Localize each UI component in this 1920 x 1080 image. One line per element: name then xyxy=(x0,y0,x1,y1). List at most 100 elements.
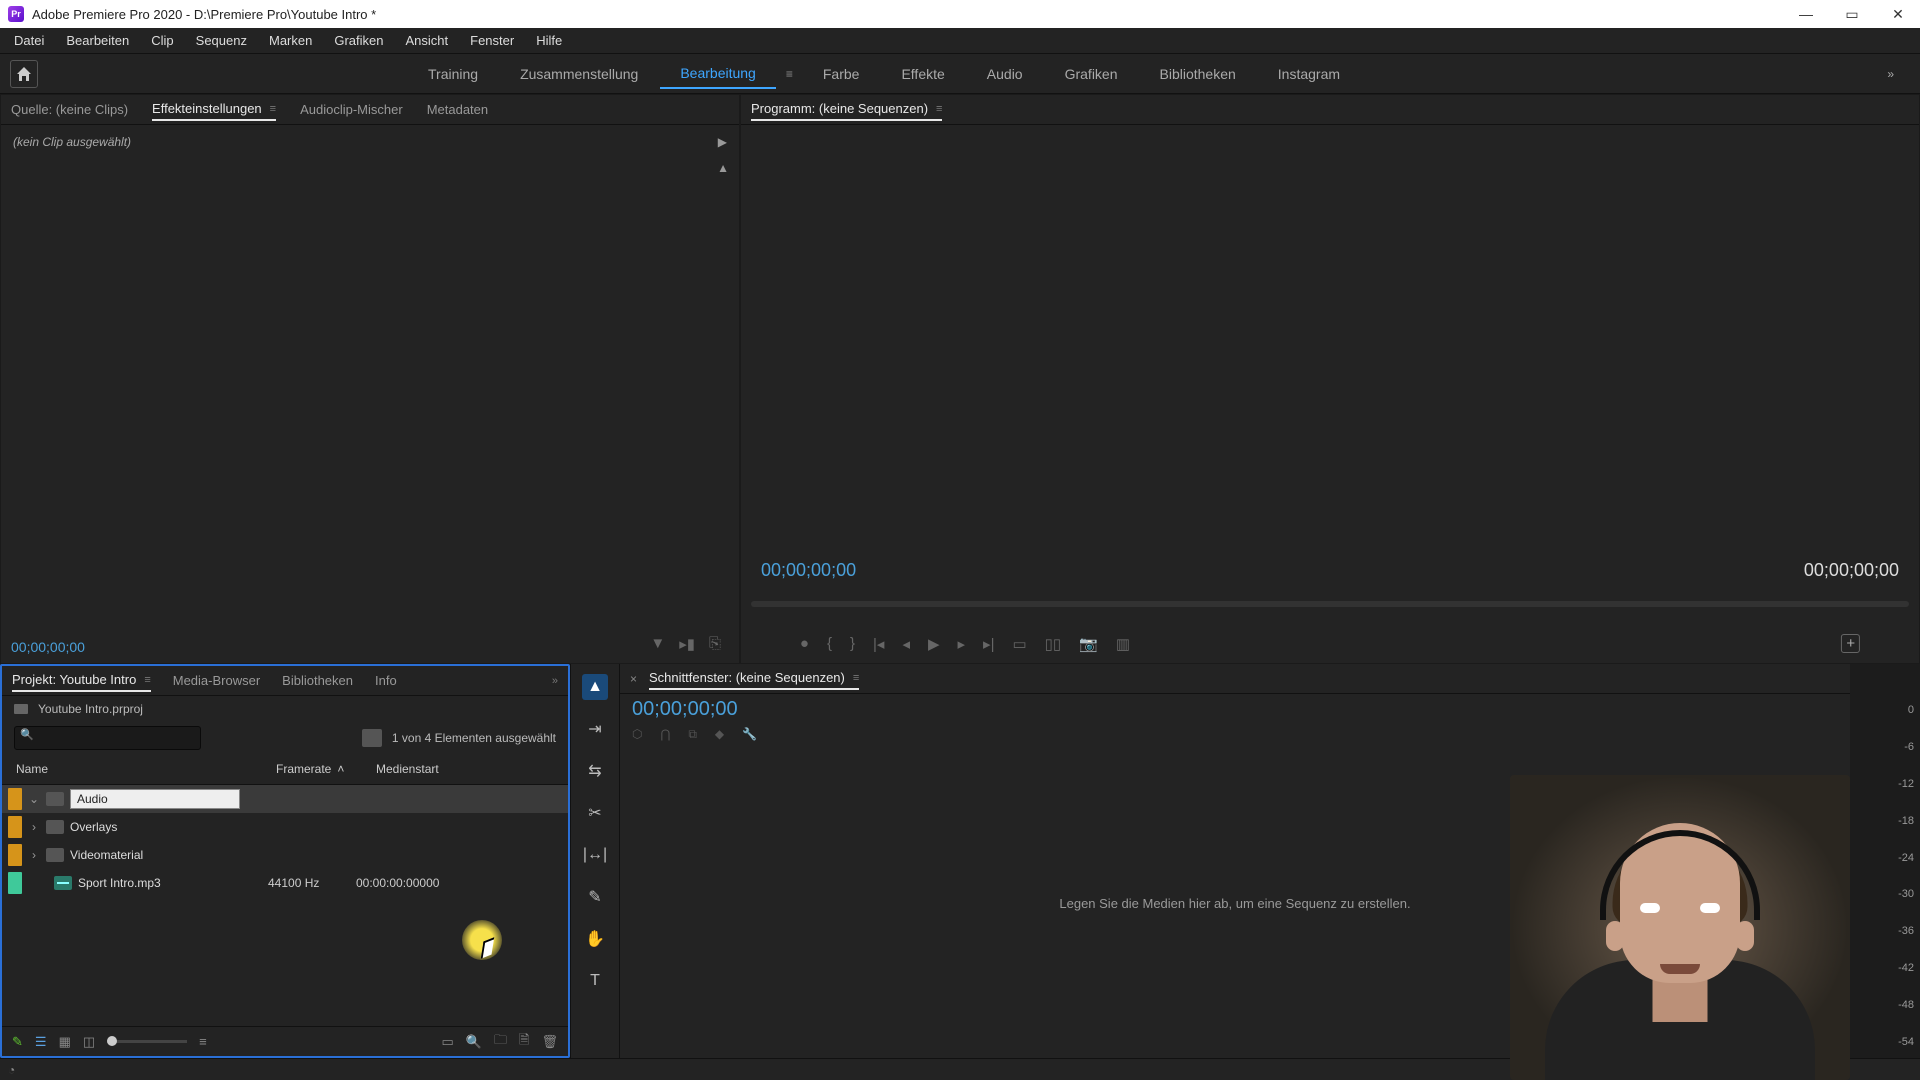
project-row-2[interactable]: ›Videomaterial xyxy=(2,841,568,869)
tab-project-1[interactable]: Media-Browser xyxy=(173,673,260,688)
menu-sequenz[interactable]: Sequenz xyxy=(186,29,257,52)
comparison-icon[interactable]: ▥ xyxy=(1116,635,1130,653)
menu-fenster[interactable]: Fenster xyxy=(460,29,524,52)
column-name[interactable]: Name xyxy=(8,758,268,780)
extract-icon[interactable]: ▯▯ xyxy=(1045,635,1062,653)
workspace-grafiken[interactable]: Grafiken xyxy=(1045,60,1138,88)
zoom-slider[interactable] xyxy=(107,1040,187,1043)
workspace-menu-icon[interactable]: ≡ xyxy=(778,61,801,87)
hand-tool[interactable]: ✋ xyxy=(582,926,608,952)
write-clip-icon[interactable]: ✎ xyxy=(12,1034,23,1050)
label-swatch[interactable] xyxy=(8,788,22,810)
filter-icon[interactable]: ▼ xyxy=(650,635,665,653)
tab-source-0[interactable]: Quelle: (keine Clips) xyxy=(11,102,128,117)
linked-selection-icon[interactable]: ⧉ xyxy=(688,727,697,742)
go-to-in-icon[interactable]: |◂ xyxy=(873,635,884,653)
workspace-bearbeitung[interactable]: Bearbeitung xyxy=(660,59,776,89)
selection-tool[interactable]: ▲ xyxy=(582,674,608,700)
add-marker-timeline-icon[interactable]: ◆ xyxy=(715,727,724,742)
column-framerate[interactable]: Framerate ˄ xyxy=(268,758,368,780)
expand-right-icon[interactable]: ▶ xyxy=(718,135,727,149)
program-scrubber[interactable] xyxy=(751,601,1909,607)
workspace-zusammenstellung[interactable]: Zusammenstellung xyxy=(500,60,658,88)
automate-icon[interactable]: ▭ xyxy=(442,1034,454,1050)
snap-icon[interactable]: ⋂ xyxy=(660,727,670,742)
menu-clip[interactable]: Clip xyxy=(141,29,183,52)
tab-project-3[interactable]: Info xyxy=(375,673,397,688)
project-row-1[interactable]: ›Overlays xyxy=(2,813,568,841)
button-editor-icon[interactable]: + xyxy=(1841,634,1860,653)
home-button[interactable] xyxy=(10,60,38,88)
overwrite-icon[interactable]: ⎘ xyxy=(709,635,721,653)
column-medienstart[interactable]: Medienstart xyxy=(368,758,562,780)
workspace-farbe[interactable]: Farbe xyxy=(803,60,880,88)
collapse-icon[interactable]: ▲ xyxy=(717,161,729,175)
new-bin-from-search-icon[interactable] xyxy=(362,729,382,747)
mark-out-icon[interactable]: } xyxy=(850,635,855,652)
tab-program[interactable]: Programm: (keine Sequenzen) ≡ xyxy=(751,101,942,121)
ripple-edit-tool[interactable]: ⇆ xyxy=(582,758,608,784)
project-overflow-icon[interactable]: » xyxy=(552,675,558,687)
new-item-icon[interactable]: 🗎 xyxy=(519,1031,529,1053)
workspace-effekte[interactable]: Effekte xyxy=(881,60,964,88)
lift-icon[interactable]: ▭ xyxy=(1012,635,1026,653)
go-to-out-icon[interactable]: ▸| xyxy=(983,635,994,653)
workspace-bibliotheken[interactable]: Bibliotheken xyxy=(1140,60,1256,88)
tab-project-2[interactable]: Bibliotheken xyxy=(282,673,353,688)
pen-tool[interactable]: ✎ xyxy=(582,884,608,910)
panel-menu-icon[interactable]: ≡ xyxy=(936,103,942,115)
tab-source-3[interactable]: Metadaten xyxy=(427,102,488,117)
project-search-input[interactable] xyxy=(14,726,201,750)
panel-menu-icon[interactable]: ≡ xyxy=(270,103,276,115)
maximize-button[interactable]: ▭ xyxy=(1838,0,1866,28)
export-frame-icon[interactable]: 📷 xyxy=(1079,635,1098,653)
minimize-button[interactable]: — xyxy=(1792,0,1820,28)
type-tool[interactable]: T xyxy=(582,968,608,994)
menu-datei[interactable]: Datei xyxy=(4,29,54,52)
tab-project-0[interactable]: Projekt: Youtube Intro≡ xyxy=(12,672,151,692)
slip-tool[interactable]: |↔| xyxy=(582,842,608,868)
timeline-close-icon[interactable]: × xyxy=(630,672,637,686)
nest-toggle-icon[interactable]: ⬡ xyxy=(632,727,642,742)
workspace-audio[interactable]: Audio xyxy=(967,60,1043,88)
menu-ansicht[interactable]: Ansicht xyxy=(395,29,458,52)
icon-view-icon[interactable]: ▦ xyxy=(59,1034,71,1050)
label-swatch[interactable] xyxy=(8,872,22,894)
disclosure-icon[interactable]: ⌄ xyxy=(28,792,40,806)
disclosure-icon[interactable]: › xyxy=(28,820,40,834)
panel-menu-icon[interactable]: ≡ xyxy=(144,674,150,686)
list-view-icon[interactable]: ☰ xyxy=(35,1034,47,1050)
menu-hilfe[interactable]: Hilfe xyxy=(526,29,572,52)
menu-grafiken[interactable]: Grafiken xyxy=(324,29,393,52)
sort-icon[interactable]: ≡ xyxy=(199,1034,207,1049)
label-swatch[interactable] xyxy=(8,844,22,866)
close-button[interactable]: ✕ xyxy=(1884,0,1912,28)
step-back-icon[interactable]: ◂ xyxy=(902,635,910,653)
rename-input[interactable] xyxy=(70,789,240,809)
track-select-tool[interactable]: ⇥ xyxy=(582,716,608,742)
freeform-view-icon[interactable]: ◫ xyxy=(83,1034,95,1050)
new-bin-icon[interactable]: 🗀 xyxy=(494,1031,507,1053)
settings-icon[interactable]: 🔧 xyxy=(742,727,757,742)
workspaces-overflow[interactable]: » xyxy=(1871,67,1910,81)
project-row-3[interactable]: Sport Intro.mp344100 Hz00:00:00:00000 xyxy=(2,869,568,897)
project-row-0[interactable]: ⌄ xyxy=(2,785,568,813)
find-icon[interactable]: 🔍 xyxy=(466,1034,482,1050)
menu-bearbeiten[interactable]: Bearbeiten xyxy=(56,29,139,52)
add-marker-icon[interactable]: ● xyxy=(800,635,809,652)
workspace-training[interactable]: Training xyxy=(408,60,498,88)
play-icon[interactable]: ▶ xyxy=(928,635,940,653)
panel-menu-icon[interactable]: ≡ xyxy=(853,672,859,684)
step-fwd-icon[interactable]: ▸ xyxy=(958,635,966,653)
workspace-instagram[interactable]: Instagram xyxy=(1258,60,1360,88)
disclosure-icon[interactable]: › xyxy=(28,848,40,862)
razor-tool[interactable]: ✂ xyxy=(582,800,608,826)
tab-source-2[interactable]: Audioclip-Mischer xyxy=(300,102,403,117)
delete-icon[interactable]: 🗑 xyxy=(541,1034,558,1050)
tab-timeline[interactable]: Schnittfenster: (keine Sequenzen) ≡ xyxy=(649,670,859,690)
menu-marken[interactable]: Marken xyxy=(259,29,322,52)
insert-icon[interactable]: ▸▮ xyxy=(679,635,695,653)
mark-in-icon[interactable]: { xyxy=(827,635,832,652)
label-swatch[interactable] xyxy=(8,816,22,838)
tab-source-1[interactable]: Effekteinstellungen≡ xyxy=(152,101,276,121)
